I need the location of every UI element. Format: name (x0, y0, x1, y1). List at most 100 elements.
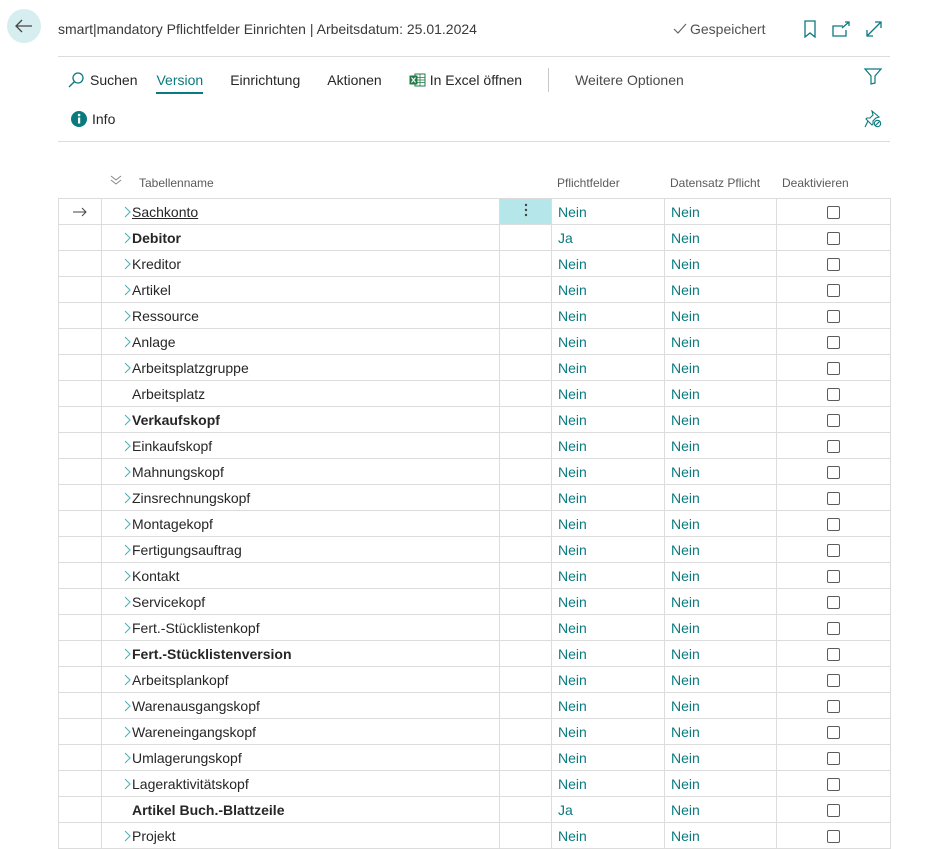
cell-pflichtfelder[interactable]: Nein (551, 640, 665, 667)
deaktivieren-checkbox[interactable] (827, 830, 840, 844)
row-indicator[interactable] (58, 744, 102, 771)
cell-datensatz-pflicht[interactable]: Nein (664, 640, 777, 667)
filter-button[interactable] (863, 68, 883, 88)
expand-row-button[interactable] (102, 752, 132, 764)
table-row[interactable]: Warenausgangskopf Nein Nein (58, 692, 891, 719)
row-indicator[interactable] (58, 692, 102, 719)
table-row[interactable]: Arbeitsplatz Nein Nein (58, 380, 891, 407)
cell-datensatz-pflicht[interactable]: Nein (664, 198, 777, 225)
cell-pflichtfelder[interactable]: Nein (551, 354, 665, 381)
expand-row-button[interactable] (102, 778, 132, 790)
tab-einrichtung[interactable]: Einrichtung (230, 66, 300, 94)
collapse-all-button[interactable] (110, 173, 122, 189)
cell-datensatz-pflicht[interactable]: Nein (664, 458, 777, 485)
row-indicator[interactable] (58, 614, 102, 641)
row-indicator[interactable] (58, 640, 102, 667)
cell-pflichtfelder[interactable]: Nein (551, 406, 665, 433)
cell-pflichtfelder[interactable]: Nein (551, 250, 665, 277)
cell-datensatz-pflicht[interactable]: Nein (664, 796, 777, 823)
table-row[interactable]: Projekt Nein Nein (58, 822, 891, 849)
row-menu-cell[interactable] (499, 198, 552, 225)
deaktivieren-checkbox[interactable] (827, 778, 840, 792)
table-row[interactable]: Artikel Buch.-Blattzeile Ja Nein (58, 796, 891, 823)
deaktivieren-checkbox[interactable] (827, 622, 840, 636)
open-new-window-button[interactable] (831, 19, 851, 39)
expand-row-button[interactable] (102, 492, 132, 504)
table-row[interactable]: Debitor Ja Nein (58, 224, 891, 251)
row-indicator[interactable] (58, 250, 102, 277)
table-row[interactable]: Umlagerungskopf Nein Nein (58, 744, 891, 771)
row-indicator[interactable] (58, 562, 102, 589)
deaktivieren-checkbox[interactable] (827, 310, 840, 324)
table-row[interactable]: Wareneingangskopf Nein Nein (58, 718, 891, 745)
cell-datensatz-pflicht[interactable]: Nein (664, 354, 777, 381)
table-row[interactable]: Montagekopf Nein Nein (58, 510, 891, 537)
expand-row-button[interactable] (102, 570, 132, 582)
table-row[interactable]: Servicekopf Nein Nein (58, 588, 891, 615)
deaktivieren-checkbox[interactable] (827, 492, 840, 506)
cell-pflichtfelder[interactable]: Nein (551, 536, 665, 563)
row-indicator[interactable] (58, 328, 102, 355)
table-row[interactable]: Kontakt Nein Nein (58, 562, 891, 589)
cell-datensatz-pflicht[interactable]: Nein (664, 432, 777, 459)
table-row[interactable]: Arbeitsplankopf Nein Nein (58, 666, 891, 693)
cell-datensatz-pflicht[interactable]: Nein (664, 510, 777, 537)
row-indicator[interactable] (58, 822, 102, 849)
cell-pflichtfelder[interactable]: Nein (551, 432, 665, 459)
expand-row-button[interactable] (102, 414, 132, 426)
deaktivieren-checkbox[interactable] (827, 466, 840, 480)
cell-pflichtfelder[interactable]: Nein (551, 458, 665, 485)
deaktivieren-checkbox[interactable] (827, 232, 840, 246)
row-indicator[interactable] (58, 224, 102, 251)
expand-row-button[interactable] (102, 674, 132, 686)
unpin-button[interactable] (864, 109, 882, 131)
cell-pflichtfelder[interactable]: Nein (551, 822, 665, 849)
deaktivieren-checkbox[interactable] (827, 752, 840, 766)
column-header-tabellenname[interactable]: Tabellenname (139, 176, 214, 190)
more-options-button[interactable]: Weitere Optionen (575, 66, 684, 94)
cell-pflichtfelder[interactable]: Nein (551, 692, 665, 719)
cell-datensatz-pflicht[interactable]: Nein (664, 224, 777, 251)
row-indicator[interactable] (58, 484, 102, 511)
expand-row-button[interactable] (102, 206, 132, 218)
deaktivieren-checkbox[interactable] (827, 674, 840, 688)
cell-pflichtfelder[interactable]: Nein (551, 614, 665, 641)
expand-row-button[interactable] (102, 440, 132, 452)
cell-datensatz-pflicht[interactable]: Nein (664, 666, 777, 693)
cell-pflichtfelder[interactable]: Nein (551, 484, 665, 511)
expand-row-button[interactable] (102, 232, 132, 244)
cell-pflichtfelder[interactable]: Ja (551, 224, 665, 251)
cell-pflichtfelder[interactable]: Nein (551, 588, 665, 615)
table-row[interactable]: Lageraktivitätskopf Nein Nein (58, 770, 891, 797)
expand-row-button[interactable] (102, 700, 132, 712)
deaktivieren-checkbox[interactable] (827, 414, 840, 428)
deaktivieren-checkbox[interactable] (827, 362, 840, 376)
table-row[interactable]: Einkaufskopf Nein Nein (58, 432, 891, 459)
expand-row-button[interactable] (102, 596, 132, 608)
row-indicator[interactable] (58, 666, 102, 693)
table-row[interactable]: Fert.-Stücklistenkopf Nein Nein (58, 614, 891, 641)
row-indicator[interactable] (58, 458, 102, 485)
cell-datensatz-pflicht[interactable]: Nein (664, 406, 777, 433)
expand-row-button[interactable] (102, 830, 132, 842)
cell-pflichtfelder[interactable]: Nein (551, 328, 665, 355)
row-indicator[interactable] (58, 276, 102, 303)
deaktivieren-checkbox[interactable] (827, 804, 840, 818)
row-indicator[interactable] (58, 406, 102, 433)
cell-datensatz-pflicht[interactable]: Nein (664, 588, 777, 615)
table-row[interactable]: Verkaufskopf Nein Nein (58, 406, 891, 433)
row-indicator[interactable] (58, 536, 102, 563)
cell-datensatz-pflicht[interactable]: Nein (664, 744, 777, 771)
row-indicator[interactable] (58, 588, 102, 615)
cell-pflichtfelder[interactable]: Nein (551, 198, 665, 225)
table-row[interactable]: Arbeitsplatzgruppe Nein Nein (58, 354, 891, 381)
cell-datensatz-pflicht[interactable]: Nein (664, 770, 777, 797)
expand-row-button[interactable] (102, 544, 132, 556)
deaktivieren-checkbox[interactable] (827, 596, 840, 610)
deaktivieren-checkbox[interactable] (827, 336, 840, 350)
bookmark-button[interactable] (800, 19, 820, 39)
deaktivieren-checkbox[interactable] (827, 284, 840, 298)
deaktivieren-checkbox[interactable] (827, 206, 840, 220)
cell-datensatz-pflicht[interactable]: Nein (664, 614, 777, 641)
cell-pflichtfelder[interactable]: Nein (551, 510, 665, 537)
